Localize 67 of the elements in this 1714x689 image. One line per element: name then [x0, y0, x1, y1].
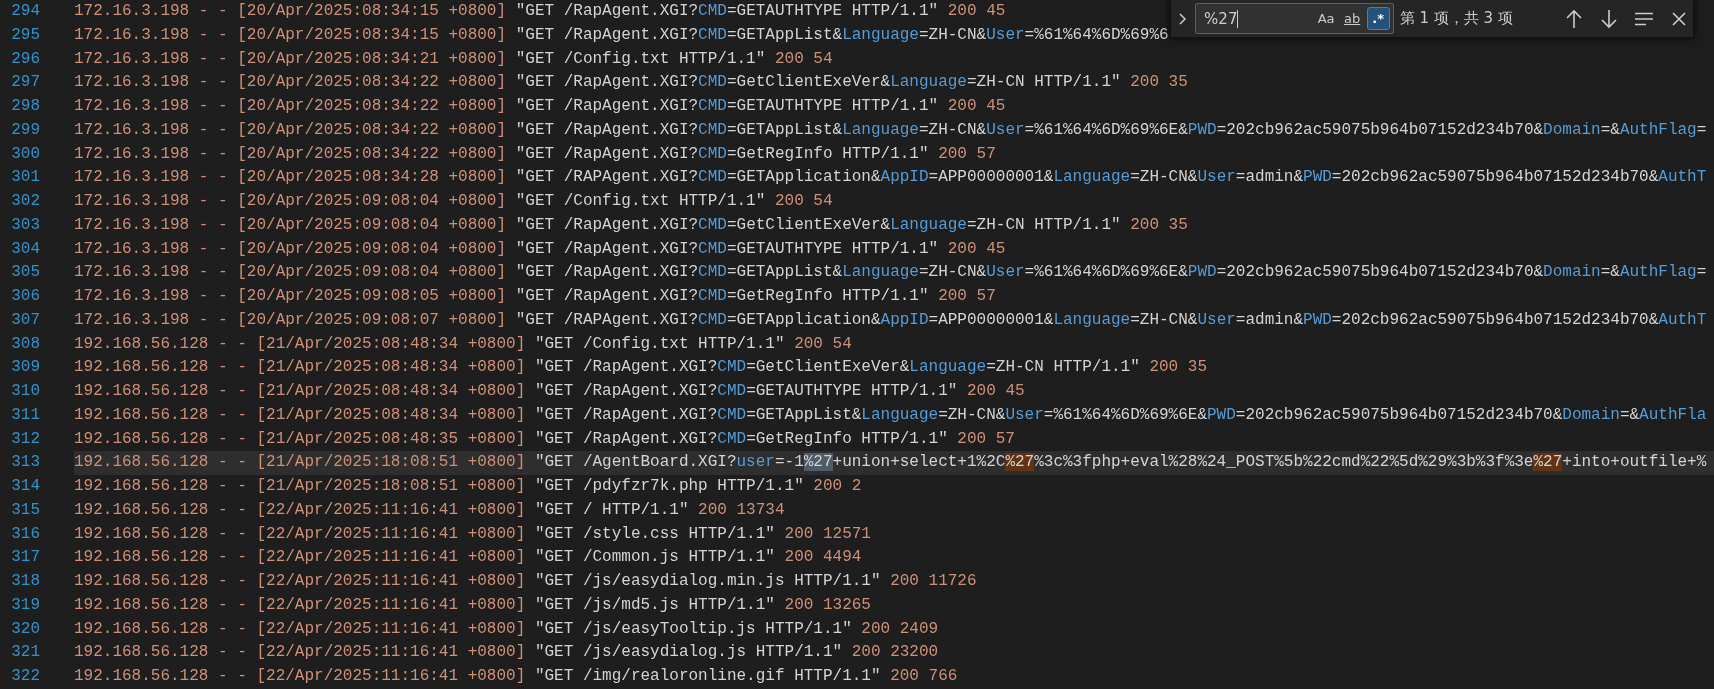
chevron-icon	[1177, 10, 1188, 27]
log-line: 192.168.56.128 - - [21/Apr/2025:08:48:34 +0800] "GET /RapAgent.XGI?CMD=GETAUTHTYPE HTTP/1.1" 200 45	[74, 381, 1025, 402]
line-number: 311	[10, 404, 40, 426]
line-number: 310	[10, 381, 40, 402]
log-line: 172.16.3.198 - - [20/Apr/2025:09:08:04 +0800] "GET /Config.txt HTTP/1.1" 200 54	[74, 191, 833, 212]
line-number: 318	[10, 571, 40, 592]
line-number: 321	[10, 642, 40, 664]
log-line: 192.168.56.128 - - [22/Apr/2025:11:16:41 +0800] "GET /Common.js HTTP/1.1" 200 4494	[74, 547, 862, 569]
log-line: 172.16.3.198 - - [20/Apr/2025:08:34:22 +0800] "GET /RapAgent.XGI?CMD=GetRegInfo HTTP/1.1" 200 57	[74, 143, 996, 165]
line-number: 297	[10, 72, 40, 94]
line-number: 314	[10, 476, 40, 497]
log-line: 172.16.3.198 - - [20/Apr/2025:08:34:22 +0800] "GET /RapAgent.XGI?CMD=GetClientExeVer&Language=ZH-CN HTTP/1.1" 200 35	[74, 72, 1188, 94]
line-number: 303	[10, 214, 40, 236]
log-line: 192.168.56.128 - - [21/Apr/2025:08:48:34 +0800] "GET /Config.txt HTTP/1.1" 200 54	[74, 333, 852, 355]
line-number: 302	[10, 191, 40, 212]
match-count: 第 1 项，共 3 项	[1399, 9, 1514, 28]
log-line: 172.16.3.198 - - [20/Apr/2025:09:08:05 +0800] "GET /RapAgent.XGI?CMD=GetRegInfo HTTP/1.1" 200 57	[74, 286, 996, 307]
line-number: 301	[10, 167, 40, 189]
line-number: 307	[10, 309, 40, 331]
search-option-toggle[interactable]: Aa	[1314, 7, 1338, 30]
close-icon	[1670, 10, 1687, 27]
log-line: 172.16.3.198 - - [20/Apr/2025:08:34:21 +0800] "GET /Config.txt HTTP/1.1" 200 54	[74, 48, 833, 70]
log-line: 192.168.56.128 - - [22/Apr/2025:11:16:41 +0800] "GET / HTTP/1.1" 200 13734	[74, 499, 785, 521]
log-line: 192.168.56.128 - - [22/Apr/2025:11:16:41 +0800] "GET /js/easydialog.min.js HTTP/1.1" 200 11726	[74, 571, 977, 592]
line-number: 306	[10, 286, 40, 307]
log-line: 172.16.3.198 - - [20/Apr/2025:08:34:28 +0800] "GET /RAPAgent.XGI?CMD=GETApplication&AppID=APP00000001&Language=ZH-CN&User=admin&PWD=202cb962ac59075b964b07152d234b70&AuthT	[74, 167, 1707, 189]
log-line: 172.16.3.198 - - [20/Apr/2025:09:08:07 +0800] "GET /RAPAgent.XGI?CMD=GETApplication&AppID=APP00000001&Language=ZH-CN&User=admin&PWD=202cb962ac59075b964b07152d234b70&AuthT	[74, 309, 1707, 331]
find-field[interactable]: %27 Aa ab .*	[1195, 3, 1394, 34]
line-number: 296	[10, 48, 40, 70]
line-number: 300	[10, 143, 40, 165]
line-number: 313	[10, 452, 40, 474]
log-line: 172.16.3.198 - - [20/Apr/2025:09:08:04 +0800] "GET /RapAgent.XGI?CMD=GETAUTHTYPE HTTP/1.1" 200 45	[74, 238, 1006, 260]
line-number: 319	[10, 594, 40, 616]
line-number: 322	[10, 666, 40, 687]
line-number: 299	[10, 119, 40, 141]
log-line: 192.168.56.128 - - [21/Apr/2025:08:48:34 +0800] "GET /RapAgent.XGI?CMD=GETAppList&Language=ZH-CN&User=%61%64%6D%69%6E&PWD=202cb962ac59075b964b07152d234b70&Domain=&AuthFla	[74, 404, 1707, 426]
log-line: 192.168.56.128 - - [21/Apr/2025:08:48:34 +0800] "GET /RapAgent.XGI?CMD=GetClientExeVer&Language=ZH-CN HTTP/1.1" 200 35	[74, 357, 1207, 379]
search-option-toggle[interactable]: ab	[1340, 7, 1364, 30]
line-number: 304	[10, 238, 40, 260]
log-line: 192.168.56.128 - - [22/Apr/2025:11:16:41 +0800] "GET /img/realoronline.gif HTTP/1.1" 200 766	[74, 666, 958, 687]
line-number: 305	[10, 262, 40, 284]
arrow-up-icon	[1565, 8, 1583, 29]
log-line: 192.168.56.128 - - [22/Apr/2025:11:16:41 +0800] "GET /style.css HTTP/1.1" 200 12571	[74, 523, 871, 545]
log-line: 192.168.56.128 - - [22/Apr/2025:11:16:41 +0800] "GET /js/md5.js HTTP/1.1" 200 13265	[74, 594, 871, 616]
log-line: 192.168.56.128 - - [21/Apr/2025:08:48:35 +0800] "GET /RapAgent.XGI?CMD=GetRegInfo HTTP/1.1" 200 57	[74, 428, 1015, 450]
log-line: 172.16.3.198 - - [20/Apr/2025:09:08:04 +0800] "GET /RapAgent.XGI?CMD=GETAppList&Language=ZH-CN&User=%61%64%6D%69%6E&PWD=202cb962ac59075b964b07152d234b70&Domain=&AuthFlag=	[74, 262, 1707, 284]
log-line: 172.16.3.198 - - [20/Apr/2025:08:34:15 +0800] "GET /RapAgent.XGI?CMD=GETAppList&Language=ZH-CN&User=%61%64%6D%69%6	[74, 24, 1169, 46]
search-option-toggle[interactable]: .*	[1366, 7, 1390, 30]
log-line: 172.16.3.198 - - [20/Apr/2025:09:08:04 +0800] "GET /RapAgent.XGI?CMD=GetClientExeVer&Language=ZH-CN HTTP/1.1" 200 35	[74, 214, 1188, 236]
line-number: 309	[10, 357, 40, 379]
line-number: 298	[10, 96, 40, 117]
line-number: 316	[10, 523, 40, 545]
line-number: 317	[10, 547, 40, 569]
log-line: 172.16.3.198 - - [20/Apr/2025:08:34:15 +0800] "GET /RapAgent.XGI?CMD=GETAUTHTYPE HTTP/1.1" 200 45	[74, 1, 1006, 22]
line-number: 308	[10, 333, 40, 355]
line-number: 320	[10, 618, 40, 640]
log-line: 172.16.3.198 - - [20/Apr/2025:08:34:22 +0800] "GET /RapAgent.XGI?CMD=GETAppList&Language=ZH-CN&User=%61%64%6D%69%6E&PWD=202cb962ac59075b964b07152d234b70&Domain=&AuthFlag=	[74, 119, 1707, 141]
arrow-down-icon	[1599, 8, 1618, 29]
line-number: 295	[10, 24, 40, 46]
line-number: 294	[10, 1, 40, 22]
line-number: 312	[10, 428, 40, 450]
lines-icon	[1633, 11, 1654, 26]
log-line: 192.168.56.128 - - [22/Apr/2025:11:16:41 +0800] "GET /js/easydialog.js HTTP/1.1" 200 23200	[74, 642, 939, 664]
log-line: 172.16.3.198 - - [20/Apr/2025:08:34:22 +0800] "GET /RapAgent.XGI?CMD=GETAUTHTYPE HTTP/1.1" 200 45	[74, 96, 1006, 117]
line-number: 315	[10, 499, 40, 521]
log-line: 192.168.56.128 - - [22/Apr/2025:11:16:41 +0800] "GET /js/easyTooltip.js HTTP/1.1" 200 2409	[74, 618, 939, 640]
log-line: 192.168.56.128 - - [21/Apr/2025:18:08:51 +0800] "GET /pdyfzr7k.php HTTP/1.1" 200 2	[74, 476, 862, 497]
